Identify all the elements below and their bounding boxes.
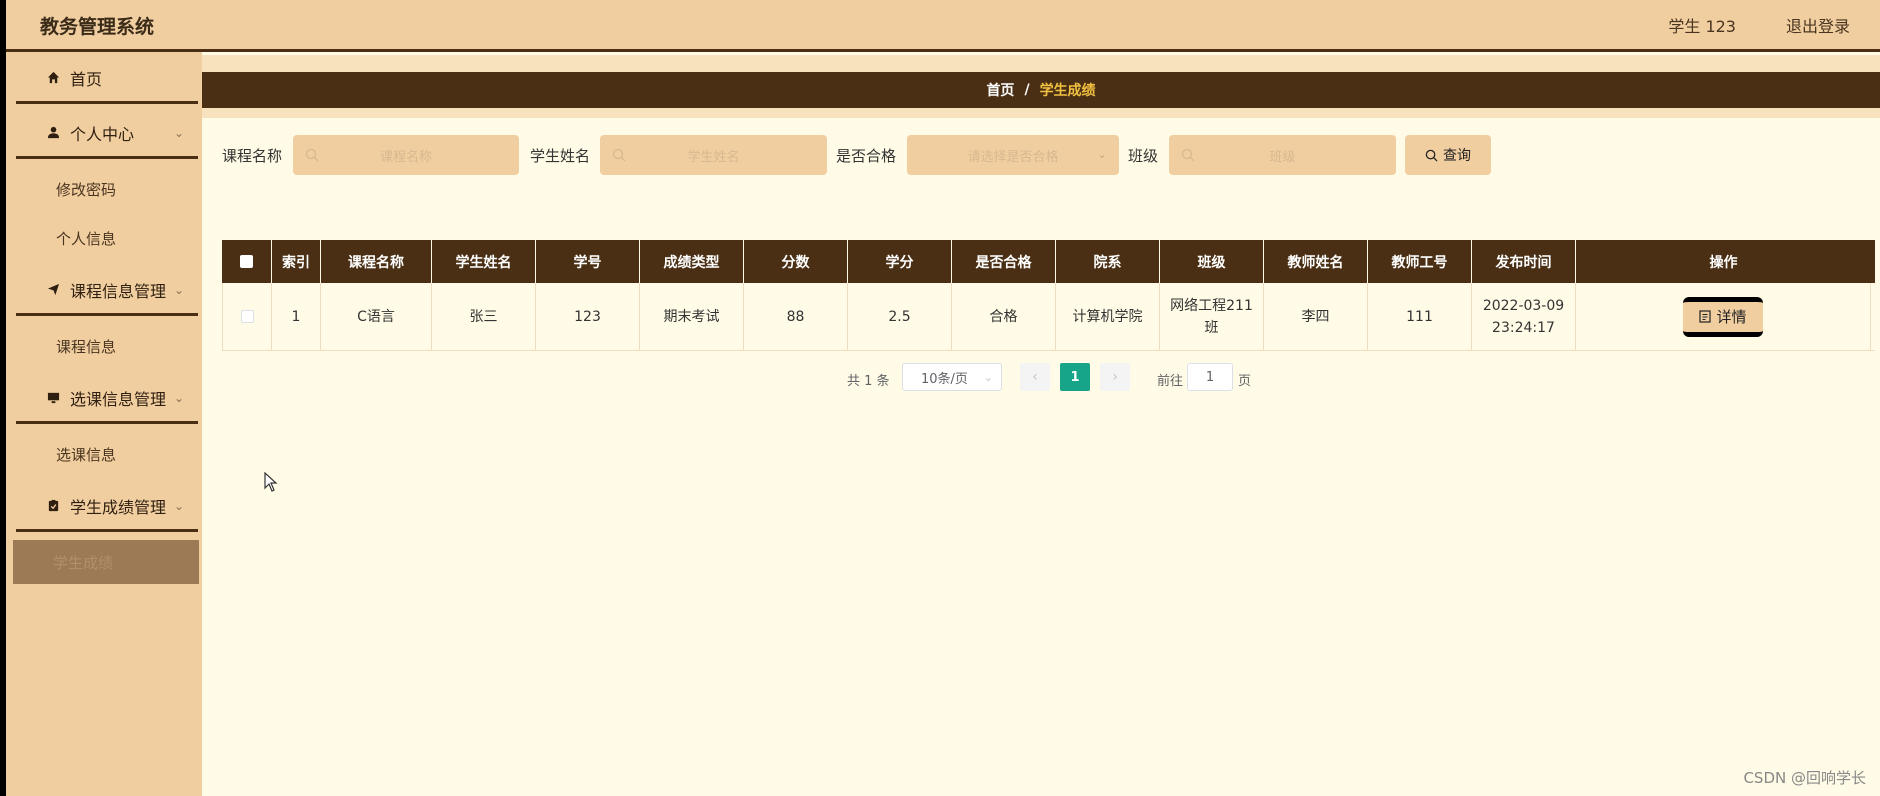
sidebar-item-label: 个人中心 xyxy=(70,124,135,144)
chevron-down-icon: ⌄ xyxy=(173,499,184,513)
logout-link[interactable]: 退出登录 xyxy=(1786,13,1850,37)
select-all-checkbox[interactable] xyxy=(240,255,253,268)
home-icon xyxy=(46,71,60,85)
class-label: 班级 xyxy=(1128,147,1159,165)
sidebar-item-label: 学生成绩管理 xyxy=(70,497,167,517)
goto-page-input[interactable]: 1 xyxy=(1187,363,1233,391)
column-header: 班级 xyxy=(1160,240,1264,283)
student-name-label: 学生姓名 xyxy=(530,147,591,165)
search-icon xyxy=(305,147,319,162)
breadcrumb-current: 学生成绩 xyxy=(1039,83,1096,99)
next-page-button[interactable]: › xyxy=(1100,363,1130,391)
detail-button[interactable]: 详情 xyxy=(1683,296,1763,337)
chevron-down-icon: ⌄ xyxy=(983,371,993,384)
column-header: 学生姓名 xyxy=(432,240,536,283)
cell-course: C语言 xyxy=(321,283,432,350)
mouse-cursor-icon xyxy=(264,471,278,496)
cell-index: 1 xyxy=(272,283,321,350)
sidebar-sub-student-grades[interactable]: 学生成绩 xyxy=(13,540,199,584)
cell-passed: 合格 xyxy=(952,283,1056,350)
prev-page-button[interactable]: ‹ xyxy=(1020,363,1050,391)
column-header: 课程名称 xyxy=(321,240,432,283)
column-header: 教师姓名 xyxy=(1264,240,1368,283)
pass-status-select[interactable]: 请选择是否合格 ⌄ xyxy=(907,135,1119,175)
column-header: 院系 xyxy=(1056,240,1160,283)
document-icon xyxy=(1699,310,1712,323)
page-unit-label: 页 xyxy=(1238,374,1252,389)
cell-teacher: 李四 xyxy=(1264,283,1368,350)
sidebar-item-home[interactable]: 首页 xyxy=(16,54,198,104)
user-info: 学生 123 xyxy=(1668,17,1736,36)
student-name-input[interactable]: 学生姓名 xyxy=(600,135,827,175)
cell-credit: 2.5 xyxy=(848,283,952,350)
chevron-down-icon: ⌄ xyxy=(173,126,184,140)
sidebar: 首页 个人中心 ⌄ 修改密码 个人信息 课程信息管理 ⌄ 课程信息 选课信息管理… xyxy=(6,52,202,796)
sidebar-item-selection-management[interactable]: 选课信息管理 ⌄ xyxy=(16,374,198,424)
cell-teacher-no: 111 xyxy=(1368,283,1472,350)
main-content: 首页 / 学生成绩 课程名称 课程名称 学生姓名 学生姓名 是否合格 请选择是否… xyxy=(202,55,1880,796)
course-name-input[interactable]: 课程名称 xyxy=(293,135,519,175)
search-icon xyxy=(1181,147,1195,162)
sidebar-item-grade-management[interactable]: 学生成绩管理 ⌄ xyxy=(16,482,198,532)
chevron-right-icon: › xyxy=(1112,369,1118,385)
column-header: 分数 xyxy=(744,240,848,283)
sidebar-item-personal-center[interactable]: 个人中心 ⌄ xyxy=(16,109,198,159)
column-header: 发布时间 xyxy=(1472,240,1576,283)
row-checkbox[interactable] xyxy=(240,310,254,323)
pagination: 共 1 条 10条/页 ⌄ ‹ 1 › 前往 1 页 xyxy=(202,363,1880,393)
cell-score: 88 xyxy=(744,283,848,350)
breadcrumb-separator: / xyxy=(1024,82,1030,98)
cell-student-no: 123 xyxy=(536,283,640,350)
cell-publish-time: 2022-03-09 23:24:17 xyxy=(1472,283,1576,350)
sidebar-item-label: 首页 xyxy=(70,69,103,89)
user-icon xyxy=(46,126,60,140)
watermark: CSDN @回响学长 xyxy=(1743,769,1866,787)
breadcrumb: 首页 / 学生成绩 xyxy=(202,72,1880,108)
top-header: 教务管理系统 学生 123 退出登录 xyxy=(6,0,1880,52)
sidebar-sub-change-password[interactable]: 修改密码 xyxy=(16,167,198,211)
class-input[interactable]: 班级 xyxy=(1169,135,1396,175)
breadcrumb-home[interactable]: 首页 xyxy=(986,80,1014,100)
grades-table: 索引 课程名称 学生姓名 学号 成绩类型 分数 学分 是否合格 院系 班级 教师… xyxy=(222,240,1875,351)
column-header: 操作 xyxy=(1709,254,1738,271)
page-number-1[interactable]: 1 xyxy=(1060,363,1090,391)
clipboard-icon xyxy=(46,499,60,513)
send-icon xyxy=(46,283,60,297)
goto-label: 前往 xyxy=(1157,374,1184,389)
sidebar-sub-personal-info[interactable]: 个人信息 xyxy=(16,216,198,260)
chevron-down-icon: ⌄ xyxy=(173,391,184,405)
cell-grade-type: 期末考试 xyxy=(640,283,744,350)
search-icon xyxy=(612,147,626,162)
chevron-down-icon: ⌄ xyxy=(1096,147,1107,161)
sidebar-sub-course-info[interactable]: 课程信息 xyxy=(16,324,198,368)
query-button[interactable]: 查询 xyxy=(1405,135,1491,175)
cell-department: 计算机学院 xyxy=(1056,283,1160,350)
chevron-left-icon: ‹ xyxy=(1032,369,1038,385)
column-header: 学号 xyxy=(536,240,640,283)
cell-class: 网络工程211 班 xyxy=(1160,283,1264,350)
sidebar-item-course-management[interactable]: 课程信息管理 ⌄ xyxy=(16,266,198,316)
cell-actions: 详情 xyxy=(1576,283,1871,350)
cell-student: 张三 xyxy=(432,283,536,350)
table-row: 1 C语言 张三 123 期末考试 88 2.5 合格 计算机学院 网络工程21… xyxy=(222,283,1875,351)
chevron-down-icon: ⌄ xyxy=(173,283,184,297)
row-select-cell xyxy=(223,283,272,350)
sidebar-sub-selection-info[interactable]: 选课信息 xyxy=(16,432,198,476)
sidebar-item-label: 课程信息管理 xyxy=(70,281,167,301)
pass-status-label: 是否合格 xyxy=(836,147,897,165)
monitor-icon xyxy=(46,391,60,405)
select-all-cell xyxy=(222,240,272,283)
column-header: 是否合格 xyxy=(952,240,1056,283)
column-header: 索引 xyxy=(272,240,321,283)
column-header: 成绩类型 xyxy=(640,240,744,283)
column-header: 学分 xyxy=(848,240,952,283)
table-header: 索引 课程名称 学生姓名 学号 成绩类型 分数 学分 是否合格 院系 班级 教师… xyxy=(222,240,1875,283)
column-header: 教师工号 xyxy=(1368,240,1472,283)
search-icon xyxy=(1425,149,1438,162)
app-title: 教务管理系统 xyxy=(40,16,155,38)
pagination-total: 共 1 条 xyxy=(847,374,890,389)
course-name-label: 课程名称 xyxy=(222,147,283,165)
sidebar-item-label: 选课信息管理 xyxy=(70,389,167,409)
page-size-select[interactable]: 10条/页 ⌄ xyxy=(902,363,1002,391)
